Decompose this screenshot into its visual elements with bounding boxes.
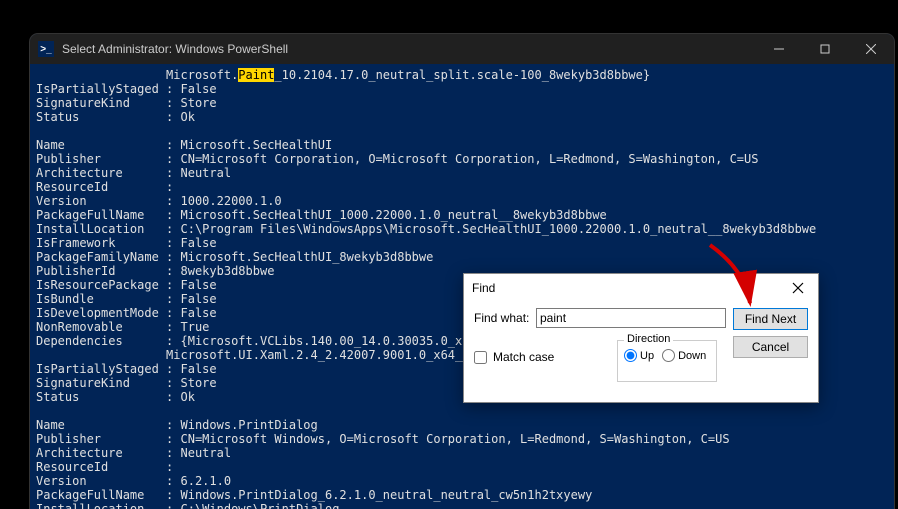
window-controls [756,34,894,64]
direction-up-option[interactable]: Up [624,349,654,362]
match-case-label: Match case [493,350,554,364]
find-title-text: Find [472,281,495,295]
direction-up-radio[interactable] [624,349,637,362]
powershell-window: >_ Select Administrator: Windows PowerSh… [30,34,894,509]
direction-group: Direction Up Down [617,340,717,382]
find-dialog: Find Find what: Match case Direction Up … [463,273,819,403]
powershell-icon: >_ [38,41,54,57]
direction-down-radio[interactable] [662,349,675,362]
maximize-button[interactable] [802,34,848,64]
find-dialog-title: Find [464,274,818,302]
direction-legend: Direction [624,333,673,345]
match-case-checkbox[interactable] [474,351,487,364]
direction-down-option[interactable]: Down [662,349,706,362]
find-next-button[interactable]: Find Next [733,308,808,330]
minimize-button[interactable] [756,34,802,64]
find-what-input[interactable] [536,308,726,328]
titlebar[interactable]: >_ Select Administrator: Windows PowerSh… [30,34,894,64]
close-button[interactable] [848,34,894,64]
find-what-label: Find what: [474,311,536,325]
window-title: Select Administrator: Windows PowerShell [62,42,288,56]
close-icon [792,282,804,294]
cancel-button[interactable]: Cancel [733,336,808,358]
find-close-button[interactable] [786,276,810,300]
